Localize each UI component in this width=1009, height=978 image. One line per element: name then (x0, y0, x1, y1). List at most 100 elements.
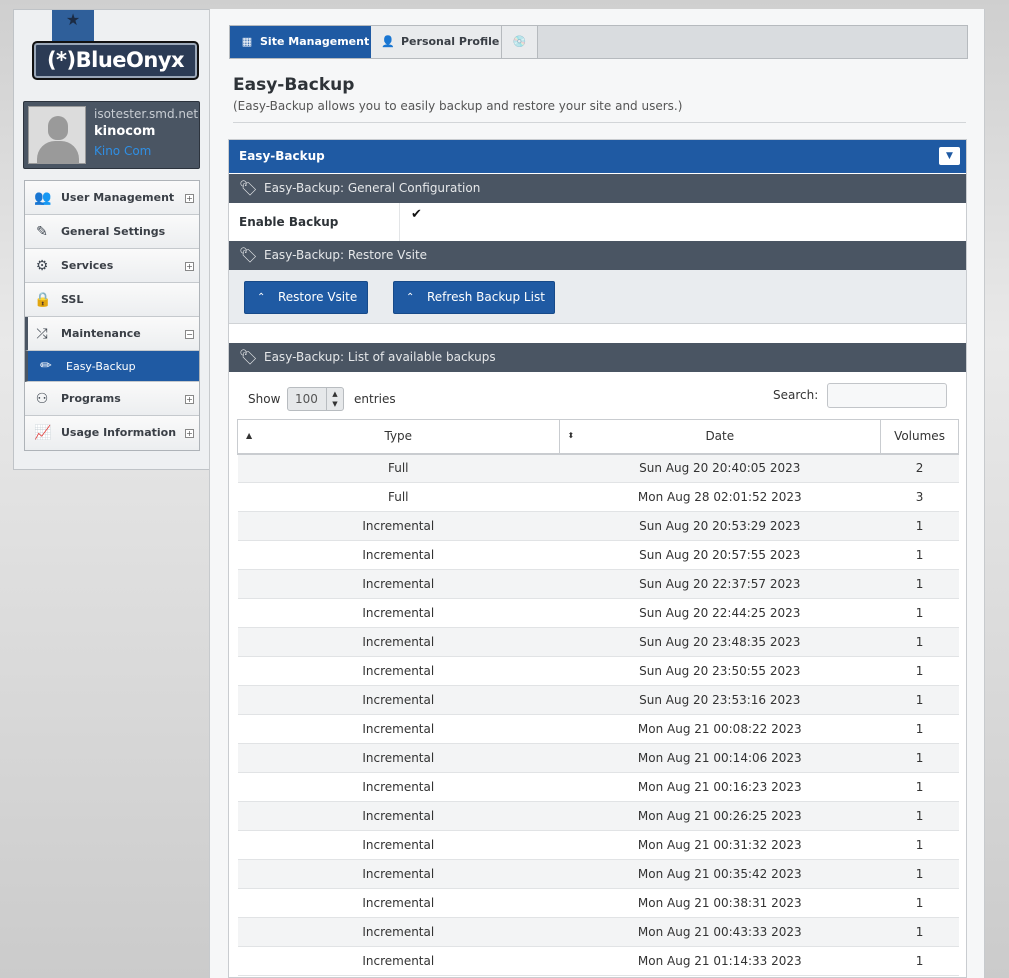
users-icon: 👥 (34, 190, 52, 206)
cell-type: Incremental (237, 888, 560, 918)
cell-type: Incremental (237, 511, 560, 541)
table-row[interactable]: Full Sun Aug 20 20:40:05 2023 2 (237, 453, 959, 483)
tab-site-management[interactable]: ▦ Site Management (230, 26, 371, 58)
table-row[interactable]: Incremental Mon Aug 21 00:08:22 2023 1 (237, 714, 959, 744)
cell-type: Incremental (237, 656, 560, 686)
sidebar-item-general-settings[interactable]: ✎ General Settings (25, 215, 199, 249)
tab-label: Personal Profile (401, 35, 500, 48)
tab-disc[interactable]: 💿 (502, 26, 538, 58)
sidebar-item-ssl[interactable]: 🔒 SSL (25, 283, 199, 317)
expand-icon[interactable]: + (185, 194, 194, 203)
cell-date: Sun Aug 20 20:57:55 2023 (559, 540, 881, 570)
cell-date: Mon Aug 21 00:14:06 2023 (559, 743, 881, 773)
cell-type: Incremental (237, 627, 560, 657)
cell-date: Mon Aug 21 00:35:42 2023 (559, 859, 881, 889)
button-label: Refresh Backup List (427, 290, 545, 304)
sidebar-item-services[interactable]: ⚙ Services + (25, 249, 199, 283)
cell-date: Mon Aug 21 00:31:32 2023 (559, 830, 881, 860)
table-row[interactable]: Incremental Mon Aug 21 01:14:33 2023 1 (237, 946, 959, 976)
expand-icon[interactable]: + (185, 429, 194, 438)
sidebar-item-label: Services (61, 259, 114, 272)
dashboard-icon: ▦ (241, 35, 253, 48)
enable-backup-row: Enable Backup ✔ (229, 203, 966, 241)
table-row[interactable]: Incremental Mon Aug 21 00:14:06 2023 1 (237, 743, 959, 773)
table-row[interactable]: Incremental Sun Aug 20 23:48:35 2023 1 (237, 627, 959, 657)
cell-date: Mon Aug 21 00:08:22 2023 (559, 714, 881, 744)
lock-icon: 🔒 (34, 292, 52, 308)
table-row[interactable]: Incremental Mon Aug 21 00:43:33 2023 1 (237, 917, 959, 947)
cell-type: Incremental (237, 598, 560, 628)
cell-type: Incremental (237, 859, 560, 889)
table-row[interactable]: Incremental Mon Aug 21 00:31:32 2023 1 (237, 830, 959, 860)
section-title: Easy-Backup: List of available backups (264, 350, 496, 364)
expand-icon[interactable]: + (185, 262, 194, 271)
tab-personal-profile[interactable]: 👤 Personal Profile (371, 26, 502, 58)
sidebar-item-programs[interactable]: ⚇ Programs + (25, 382, 199, 416)
tags-icon: 🏷 (239, 179, 259, 197)
cell-volumes: 1 (880, 714, 959, 744)
cell-volumes: 1 (880, 772, 959, 802)
table-row[interactable]: Incremental Sun Aug 20 20:57:55 2023 1 (237, 540, 959, 570)
sort-both-icon: ⬍ (567, 431, 575, 440)
table-row[interactable]: Incremental Sun Aug 20 20:53:29 2023 1 (237, 511, 959, 541)
star-icon: ★ (65, 10, 81, 29)
table-row[interactable]: Full Mon Aug 28 02:01:52 2023 3 (237, 482, 959, 512)
cell-type: Incremental (237, 772, 560, 802)
entries-select[interactable]: 100 ▲ ▼ (287, 387, 344, 411)
user-card: isotester.smd.net kinocom Kino Com (23, 101, 200, 169)
cell-volumes: 2 (880, 453, 959, 483)
user-hostname: isotester.smd.net (94, 107, 199, 121)
table-row[interactable]: Incremental Mon Aug 21 00:26:25 2023 1 (237, 801, 959, 831)
table-row[interactable]: Incremental Mon Aug 21 00:35:42 2023 1 (237, 859, 959, 889)
column-header-volumes[interactable]: Volumes (880, 419, 959, 455)
table-row[interactable]: Incremental Mon Aug 21 00:38:31 2023 1 (237, 888, 959, 918)
sidebar-item-usage-information[interactable]: 📈 Usage Information + (25, 416, 199, 450)
sidebar-item-user-management[interactable]: 👥 User Management + (25, 181, 199, 215)
cell-date: Sun Aug 20 20:40:05 2023 (559, 453, 881, 483)
easy-backup-panel: Easy-Backup ▼ 🏷 Easy-Backup: General Con… (228, 139, 967, 978)
panel-header: Easy-Backup ▼ (229, 140, 966, 173)
sidebar-item-label: Maintenance (61, 327, 141, 340)
entries-label: entries (354, 392, 396, 406)
column-header-date[interactable]: ⬍ Date (558, 419, 882, 455)
table-header-row: ▲ Type ⬍ Date Volumes (237, 419, 959, 455)
cell-type: Incremental (237, 830, 560, 860)
cell-date: Mon Aug 21 00:26:25 2023 (559, 801, 881, 831)
cell-volumes: 1 (880, 743, 959, 773)
cell-type: Full (237, 453, 560, 483)
sidebar-subitem-easy-backup[interactable]: ✏ Easy-Backup (25, 351, 199, 382)
blueonyx-logo[interactable]: (*)BlueOnyx (32, 41, 199, 80)
table-row[interactable]: Incremental Mon Aug 21 00:16:23 2023 1 (237, 772, 959, 802)
cell-volumes: 1 (880, 569, 959, 599)
column-header-type[interactable]: ▲ Type (237, 419, 560, 455)
entries-value: 100 (295, 392, 318, 406)
cell-date: Mon Aug 21 00:38:31 2023 (559, 888, 881, 918)
section-title: Easy-Backup: General Configuration (264, 181, 481, 195)
gear-icon: ⚙ (35, 258, 49, 274)
divider (233, 122, 966, 123)
restore-vsite-button[interactable]: ⌃ Restore Vsite (244, 281, 368, 314)
panel-title: Easy-Backup (239, 149, 325, 163)
cell-volumes: 1 (880, 859, 959, 889)
refresh-backup-list-button[interactable]: ⌃ Refresh Backup List (393, 281, 555, 314)
sidebar-item-maintenance[interactable]: ⤮ Maintenance − (25, 317, 199, 351)
cell-type: Incremental (237, 685, 560, 715)
button-label: Restore Vsite (278, 290, 358, 304)
table-row[interactable]: Incremental Sun Aug 20 23:50:55 2023 1 (237, 656, 959, 686)
section-restore-vsite: 🏷 Easy-Backup: Restore Vsite (229, 241, 966, 270)
cell-date: Sun Aug 20 23:50:55 2023 (559, 656, 881, 686)
chevron-down-icon[interactable]: ▼ (939, 147, 960, 165)
expand-icon[interactable]: + (185, 395, 194, 404)
sidebar-item-label: Programs (61, 392, 121, 405)
cell-type: Full (237, 482, 560, 512)
tags-icon: 🏷 (239, 348, 259, 366)
collapse-icon[interactable]: − (185, 330, 194, 339)
table-row[interactable]: Incremental Sun Aug 20 23:53:16 2023 1 (237, 685, 959, 715)
search-input[interactable] (827, 383, 947, 408)
sidebar-item-label: User Management (61, 191, 175, 204)
table-row[interactable]: Incremental Sun Aug 20 22:44:25 2023 1 (237, 598, 959, 628)
cell-date: Sun Aug 20 22:44:25 2023 (559, 598, 881, 628)
table-row[interactable]: Incremental Sun Aug 20 22:37:57 2023 1 (237, 569, 959, 599)
user-fullname-link[interactable]: Kino Com (94, 144, 151, 158)
table-body: Full Sun Aug 20 20:40:05 2023 2 Full Mon Aug… (237, 453, 959, 976)
